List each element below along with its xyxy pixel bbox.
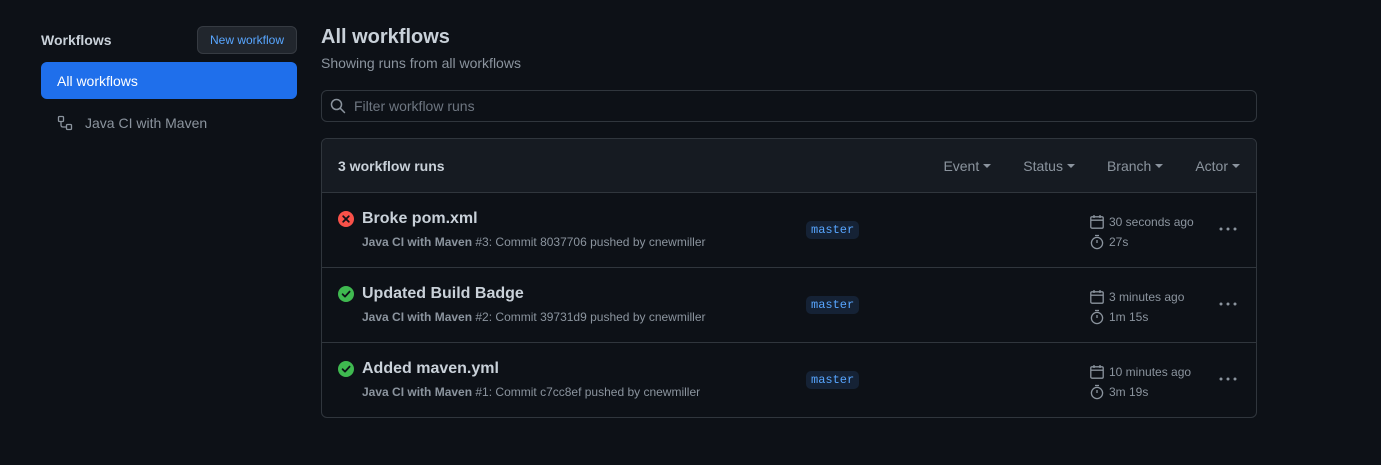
run-detail: #3: Commit 8037706 pushed by cnewmiller <box>472 235 706 249</box>
sidebar-item-all-workflows[interactable]: All workflows <box>41 62 297 99</box>
sidebar-item-java-ci-with-maven[interactable]: Java CI with Maven <box>41 104 297 141</box>
run-meta: Java CI with Maven #1: Commit c7cc8ef pu… <box>362 385 700 399</box>
run-time-ago: 10 minutes ago <box>1109 365 1192 379</box>
runs-count: 3 workflow runs <box>338 157 445 174</box>
branch-badge[interactable]: master <box>806 296 860 314</box>
sidebar-item-label: Java CI with Maven <box>85 114 208 131</box>
status-filter-label: Status <box>1023 157 1063 174</box>
sidebar-item-label: All workflows <box>57 72 138 89</box>
kebab-horizontal-icon <box>1219 302 1237 306</box>
run-timing: 3 minutes ago 1m 15s <box>1089 287 1184 327</box>
workflow-run-row: Added maven.yml Java CI with Maven #1: C… <box>322 343 1256 417</box>
run-options-button[interactable] <box>1216 371 1240 387</box>
calendar-icon <box>1090 215 1104 229</box>
calendar-icon <box>1090 290 1104 304</box>
page-title: All workflows <box>321 26 450 48</box>
new-workflow-button[interactable]: New workflow <box>196 26 297 54</box>
run-workflow-name: Java CI with Maven <box>362 235 473 249</box>
main-content: All workflows Showing runs from all work… <box>321 26 1257 418</box>
caret-down-icon <box>1232 163 1240 168</box>
run-title-link[interactable]: Broke pom.xml <box>362 210 478 228</box>
sidebar-header: Workflows New workflow <box>41 26 297 54</box>
workflow-run-row: Broke pom.xml Java CI with Maven #3: Com… <box>322 193 1256 268</box>
run-detail: #1: Commit c7cc8ef pushed by cnewmiller <box>472 385 701 399</box>
run-options-button[interactable] <box>1216 296 1240 312</box>
run-title-link[interactable]: Added maven.yml <box>362 360 499 378</box>
actor-filter-label: Actor <box>1195 157 1228 174</box>
workflow-runs-list: 3 workflow runs Event Status Branch Acto… <box>321 138 1257 418</box>
runs-header: 3 workflow runs Event Status Branch Acto… <box>322 139 1256 193</box>
status-filter-dropdown[interactable]: Status <box>1023 158 1075 174</box>
run-duration: 27s <box>1109 235 1129 249</box>
kebab-horizontal-icon <box>1219 377 1237 381</box>
event-filter-label: Event <box>943 157 980 174</box>
branch-badge[interactable]: master <box>806 371 860 389</box>
success-check-circle-icon <box>338 286 354 302</box>
run-options-button[interactable] <box>1216 221 1240 237</box>
stopwatch-icon <box>1090 234 1104 250</box>
workflow-run-row: Updated Build Badge Java CI with Maven #… <box>322 268 1256 343</box>
failure-x-circle-icon <box>338 211 354 227</box>
run-workflow-name: Java CI with Maven <box>362 385 473 399</box>
branch-filter-label: Branch <box>1106 157 1152 174</box>
caret-down-icon <box>1066 163 1075 168</box>
run-duration: 1m 15s <box>1109 310 1149 324</box>
run-timing: 30 seconds ago 27s <box>1089 212 1194 252</box>
branch-filter-dropdown[interactable]: Branch <box>1106 157 1164 174</box>
filter-runs-input[interactable] <box>354 98 1256 114</box>
branch-badge[interactable]: master <box>806 221 860 239</box>
runs-filters: Event Status Branch Actor <box>911 158 1240 174</box>
run-time-ago: 3 minutes ago <box>1109 290 1185 304</box>
event-filter-dropdown[interactable]: Event <box>943 157 992 174</box>
stopwatch-icon <box>1090 309 1104 325</box>
calendar-icon <box>1090 365 1104 379</box>
run-title-link[interactable]: Updated Build Badge <box>362 285 524 303</box>
stopwatch-icon <box>1090 384 1104 400</box>
page-subtitle: Showing runs from all workflows <box>321 55 521 71</box>
success-check-circle-icon <box>338 361 354 377</box>
sidebar: Workflows New workflow All workflows Jav… <box>41 26 297 141</box>
run-time-ago: 30 seconds ago <box>1109 215 1194 229</box>
run-duration: 3m 19s <box>1109 385 1149 399</box>
filter-box <box>321 90 1257 122</box>
run-timing: 10 minutes ago 3m 19s <box>1089 362 1191 402</box>
caret-down-icon <box>983 163 992 168</box>
actor-filter-dropdown[interactable]: Actor <box>1195 158 1240 174</box>
workflow-icon <box>57 115 73 130</box>
run-detail: #2: Commit 39731d9 pushed by cnewmiller <box>472 310 706 324</box>
run-meta: Java CI with Maven #3: Commit 8037706 pu… <box>362 235 706 249</box>
caret-down-icon <box>1155 163 1164 168</box>
kebab-horizontal-icon <box>1219 227 1237 231</box>
run-workflow-name: Java CI with Maven <box>362 310 473 324</box>
sidebar-title: Workflows <box>41 32 112 48</box>
run-meta: Java CI with Maven #2: Commit 39731d9 pu… <box>362 310 706 324</box>
search-icon <box>330 98 346 114</box>
